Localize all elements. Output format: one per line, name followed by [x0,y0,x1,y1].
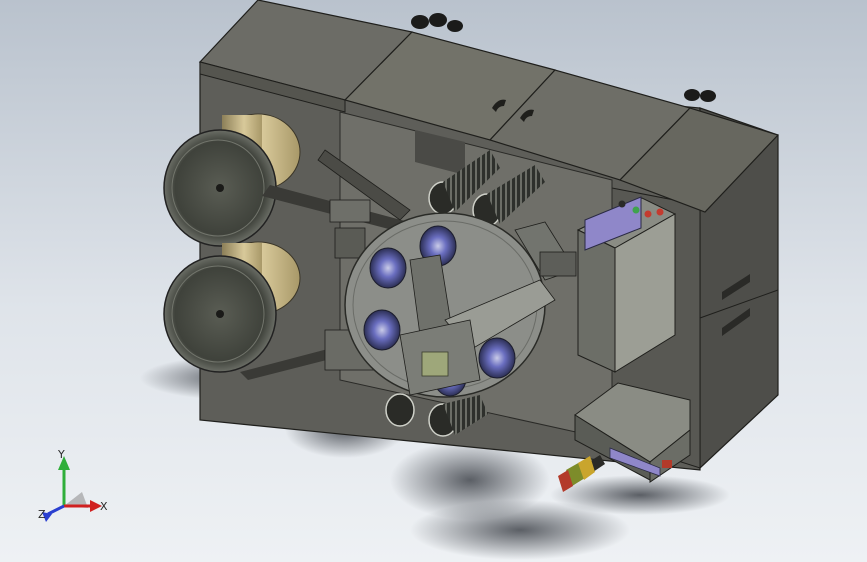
cad-viewport[interactable]: Y X Z [0,0,867,562]
triad-z-label: Z [38,508,46,521]
triad-x-label: X [100,500,108,513]
winding-coil [421,351,449,377]
triad-y-label: Y [57,448,65,461]
alarm-indicator-icon [656,208,664,216]
stop-indicator-icon [644,210,652,218]
spool-hub [216,310,224,318]
spool-hub [216,184,224,192]
brush-roller-bottom-left [385,393,415,427]
operator-button[interactable] [662,460,672,468]
run-indicator-icon [632,206,640,214]
orientation-triad: Y X Z [38,448,108,522]
power-indicator-icon [618,200,626,208]
triad-z-axis [47,504,65,516]
winding-machine-model[interactable] [163,0,780,492]
